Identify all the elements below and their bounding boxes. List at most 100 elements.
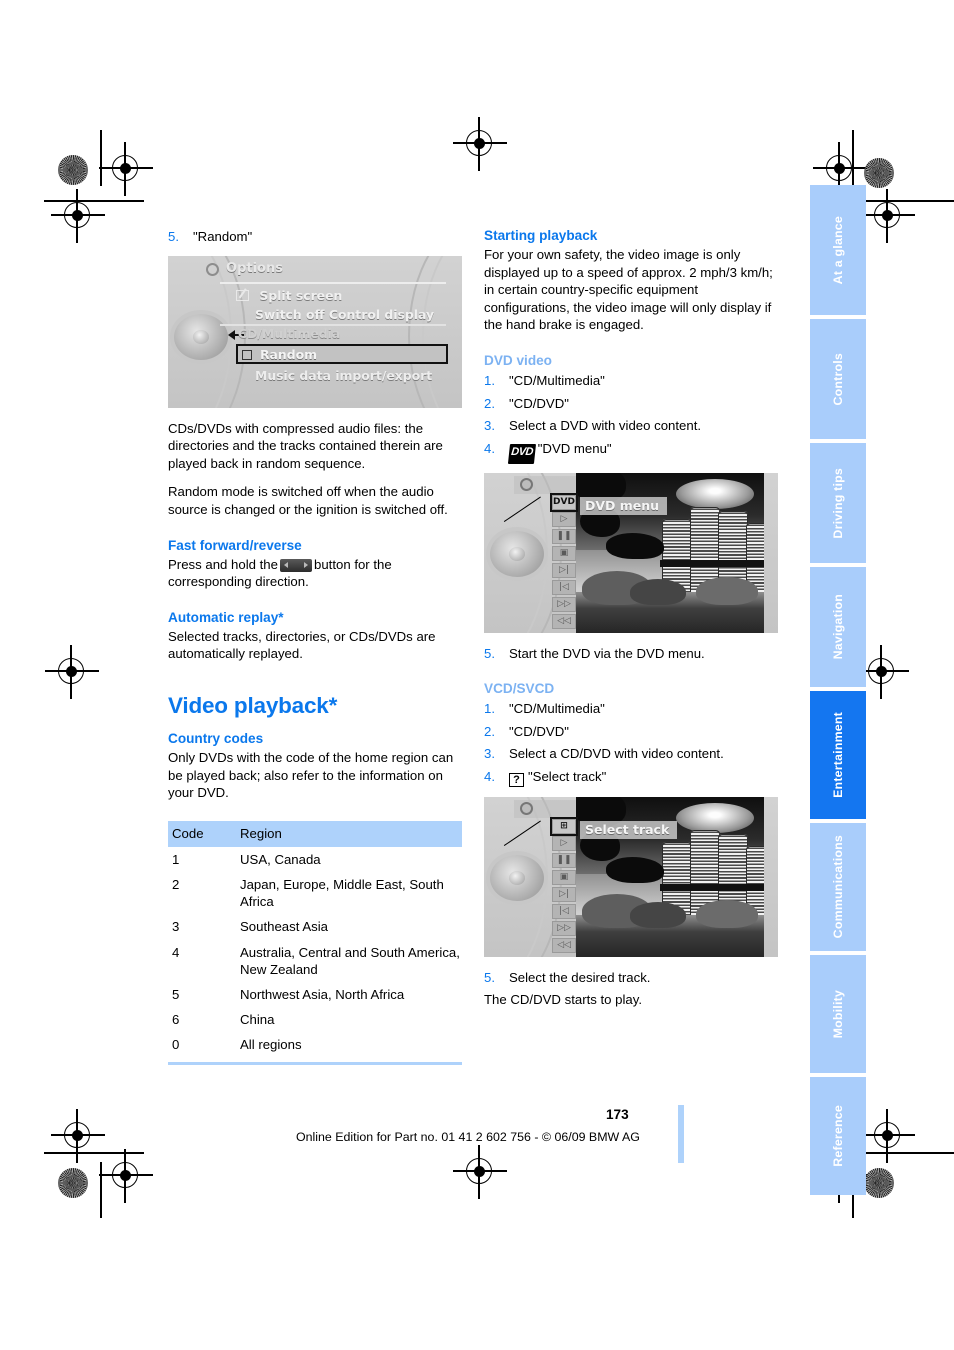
menu-item-split-screen[interactable]: Split screen <box>236 286 343 303</box>
paragraph-random-off: Random mode is switched off when the aud… <box>168 484 448 517</box>
footer-note: Online Edition for Part no. 01 41 2 602 … <box>296 1130 640 1144</box>
dvd-video-step-list: 1. "CD/Multimedia" 2. "CD/DVD" 3. Select… <box>484 372 778 464</box>
table-row: 4 Australia, Central and South America, N… <box>168 940 462 982</box>
foliage <box>606 533 664 560</box>
stop-icon[interactable]: ▣ <box>552 869 576 885</box>
tab-label: Driving tips <box>831 467 845 539</box>
menu-item-cd-multimedia: CD/Multimedia <box>238 325 341 341</box>
step-number: 2. <box>484 723 495 739</box>
table-body: 1 USA, Canada 2 Japan, Europe, Middle East… <box>168 847 462 1058</box>
bmw-museum-bowl <box>676 802 754 833</box>
checkbox-unchecked-icon[interactable] <box>242 349 252 360</box>
sidebar-tab-navigation[interactable]: Navigation <box>810 567 866 687</box>
step-text: Select a DVD with video content. <box>509 418 702 434</box>
list-item: 3. Select a CD/DVD with video content. <box>484 745 778 763</box>
select-track-icon[interactable]: ⊞ <box>550 816 578 836</box>
menu-item-random[interactable]: Random <box>236 343 448 364</box>
dvd-video-step5-list: 5. Start the DVD via the DVD menu. <box>484 645 778 663</box>
previous-track-icon[interactable]: |◁ <box>552 580 576 596</box>
dvd-menu-icon[interactable]: DVD <box>550 493 578 513</box>
step-text: "CD/Multimedia" <box>509 700 605 716</box>
cell-code: 5 <box>172 986 180 1002</box>
sidebar-tab-driving-tips[interactable]: Driving tips <box>810 443 866 563</box>
playback-control-icon-column[interactable]: DVD ▷ ❚❚ ▣ ▷| |◁ ▷▷ ◁◁ <box>550 493 578 630</box>
play-icon[interactable]: ▷ <box>552 512 576 528</box>
playback-control-icon-column[interactable]: ⊞ ▷ ❚❚ ▣ ▷| |◁ ▷▷ ◁◁ <box>550 816 578 953</box>
paragraph-fast-forward: Press and hold the button for the corresp… <box>168 556 462 591</box>
previous-track-icon[interactable]: |◁ <box>552 903 576 919</box>
tab-label: Communications <box>831 835 845 939</box>
tower-band <box>660 883 764 891</box>
sidebar-tab-mobility[interactable]: Mobility <box>810 955 866 1073</box>
step-number: 1. <box>484 372 495 388</box>
sidebar-tab-at-a-glance[interactable]: At a glance <box>810 185 866 315</box>
heading-dvd-video: DVD video <box>484 352 552 368</box>
step-text: "Select track" <box>528 768 607 784</box>
sidebar-tab-entertainment[interactable]: Entertainment <box>810 691 866 819</box>
table-row: 0 All regions <box>168 1032 462 1057</box>
list-item: 5. "Random" <box>168 228 462 246</box>
tab-label: Entertainment <box>831 712 845 798</box>
step-number: 5. <box>484 969 495 985</box>
selected-item-label: DVD menu <box>580 497 668 516</box>
heading-video-playback: Video playback* <box>168 692 338 718</box>
next-track-icon[interactable]: ▷| <box>552 886 576 902</box>
menu-item-switch-off-control-display[interactable]: Switch off Control display <box>255 307 434 322</box>
cell-code: 1 <box>172 851 180 867</box>
left-column: 5. "Random" Options Split screen Switch … <box>168 228 462 1065</box>
tab-label: Controls <box>831 352 845 406</box>
page-content: 5. "Random" Options Split screen Switch … <box>0 0 954 1350</box>
pause-icon[interactable]: ❚❚ <box>552 852 576 868</box>
fast-forward-icon[interactable]: ▷▷ <box>552 920 576 936</box>
cell-code: 6 <box>172 1012 180 1028</box>
select-track-screenshot: ⊞ ▷ ❚❚ ▣ ▷| |◁ ▷▷ ◁◁ Select track <box>484 796 778 957</box>
pointer-arrow-icon <box>228 329 235 340</box>
bush <box>696 899 758 928</box>
step-text: Select a CD/DVD with video content. <box>509 746 724 762</box>
list-item: 5. Start the DVD via the DVD menu. <box>484 645 778 663</box>
step-number: 2. <box>484 395 495 411</box>
heading-fast-forward-reverse: Fast forward/reverse <box>168 537 302 553</box>
table-bottom-rule <box>168 1061 462 1065</box>
heading-country-codes: Country codes <box>168 730 264 746</box>
rewind-icon[interactable]: ◁◁ <box>552 937 576 953</box>
step-text: Start the DVD via the DVD menu. <box>509 646 705 662</box>
table-row: 1 USA, Canada <box>168 847 462 872</box>
cell-code: 3 <box>172 919 180 935</box>
rewind-icon[interactable]: ◁◁ <box>552 614 576 630</box>
right-column: Starting playback For your own safety, t… <box>484 228 778 1009</box>
page-number: 173 <box>606 1107 629 1122</box>
sidebar-tab-controls[interactable]: Controls <box>810 319 866 439</box>
step-number: 3. <box>484 418 495 434</box>
gear-icon <box>206 262 219 276</box>
play-icon[interactable]: ▷ <box>552 835 576 851</box>
step-text: Select the desired track. <box>509 969 651 985</box>
country-codes-table: Code Region 1 USA, Canada 2 Japan, Europe,… <box>168 820 462 1058</box>
tab-label: Navigation <box>831 594 845 660</box>
step-number: 3. <box>484 746 495 762</box>
tower-band <box>660 560 764 568</box>
next-track-icon[interactable]: ▷| <box>552 563 576 579</box>
pause-icon[interactable]: ❚❚ <box>552 529 576 545</box>
step-text: "Random" <box>193 229 253 244</box>
list-item: 4. DVD "DVD menu" <box>484 440 778 464</box>
menu-item-music-data-import-export[interactable]: Music data import/export <box>255 368 432 383</box>
table-row: 2 Japan, Europe, Middle East, South Afric… <box>168 872 462 914</box>
checkbox-checked-icon[interactable] <box>236 286 249 301</box>
rocker-button-icon <box>279 558 312 572</box>
cell-region: Australia, Central and South America, Ne… <box>240 944 460 977</box>
sidebar-tab-communications[interactable]: Communications <box>810 823 866 951</box>
selected-item-label: Select track <box>580 820 678 839</box>
sidebar-tab-reference[interactable]: Reference <box>810 1077 866 1195</box>
cell-region: USA, Canada <box>240 851 321 867</box>
random-step-list: 5. "Random" <box>168 228 462 246</box>
fast-forward-icon[interactable]: ▷▷ <box>552 597 576 613</box>
table-row: 5 Northwest Asia, North Africa <box>168 982 462 1007</box>
step-text-with-icon: DVD "DVD menu" <box>507 440 778 464</box>
stop-icon[interactable]: ▣ <box>552 546 576 562</box>
menu-item-label: Split screen <box>259 287 343 303</box>
cell-region: Northwest Asia, North Africa <box>240 986 405 1002</box>
gear-icon <box>520 801 533 815</box>
table-header-row: Code Region <box>168 820 462 847</box>
list-item: 4. ? "Select track" <box>484 768 778 787</box>
